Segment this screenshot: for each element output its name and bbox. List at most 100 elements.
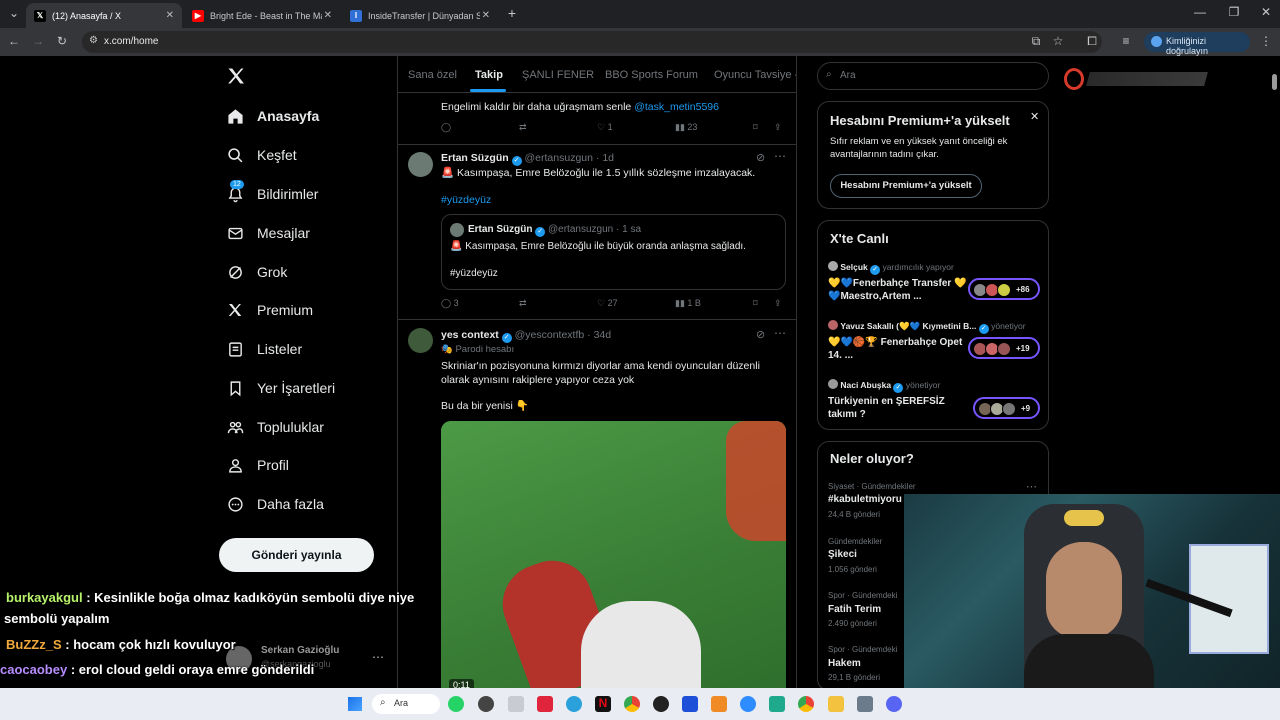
bookmark-icon[interactable]: ⌑ — [753, 122, 758, 133]
app-icon[interactable] — [857, 696, 873, 712]
author-handle[interactable]: @ertansuzgun — [525, 152, 593, 164]
app-icon[interactable] — [537, 696, 553, 712]
chatgpt-icon[interactable] — [653, 696, 669, 712]
verify-identity-button[interactable]: Kimliğinizi doğrulayın — [1144, 32, 1250, 56]
home-icon — [226, 107, 244, 125]
netflix-icon[interactable]: N — [595, 696, 611, 712]
avatar[interactable] — [408, 328, 433, 353]
grok-icon[interactable]: ⊘ — [756, 328, 765, 341]
tab-sanli-fener[interactable]: ŞANLI FENER — [522, 69, 594, 81]
tweet-time[interactable]: 1d — [602, 152, 614, 164]
tab-youtube[interactable]: ▶ Bright Ede - Beast in The Makin ✕ — [184, 3, 340, 28]
grok-icon[interactable]: ⊘ — [756, 151, 765, 164]
tab-search-icon[interactable]: ⌄ — [6, 6, 22, 20]
tab-x-home[interactable]: 𝕏 (12) Anasayfa / X ✕ — [26, 3, 182, 28]
minimize-icon[interactable]: — — [1192, 5, 1208, 19]
listener-pill[interactable]: +9 — [973, 397, 1040, 419]
app-icon[interactable] — [769, 696, 785, 712]
sidebar-item-home[interactable]: Anasayfa — [226, 103, 319, 129]
more-icon[interactable]: ⋯ — [372, 650, 384, 664]
x-logo-icon[interactable] — [226, 66, 246, 86]
app-icon[interactable] — [682, 696, 698, 712]
reply-button[interactable]: ◯ 3 — [441, 298, 459, 309]
like-button[interactable]: ♡ 27 — [597, 298, 618, 309]
avatar[interactable] — [408, 152, 433, 177]
listener-pill[interactable]: +19 — [968, 337, 1040, 359]
taskbar-search[interactable]: ⌕ Ara — [372, 694, 440, 714]
telegram-icon[interactable] — [566, 696, 582, 712]
tweet-time[interactable]: 34d — [594, 329, 612, 341]
sidebar-item-explore[interactable]: Keşfet — [226, 142, 297, 168]
chrome-icon[interactable] — [798, 696, 814, 712]
bookmark-icon[interactable]: ⌑ — [753, 298, 758, 309]
more-icon[interactable]: ⋯ — [1026, 480, 1037, 493]
chat-text: : Kesinlikle boğa olmaz kadıköyün sembol… — [86, 590, 415, 605]
forward-icon[interactable]: → — [30, 34, 46, 48]
sidebar-item-grok[interactable]: Grok — [226, 259, 287, 285]
post-button[interactable]: Gönderi yayınla — [219, 538, 374, 572]
verified-badge-icon: ✓ — [978, 324, 989, 334]
author-name[interactable]: Ertan Süzgün — [441, 152, 509, 164]
sidebar-item-label: Daha fazla — [257, 496, 324, 512]
more-icon[interactable]: ⋯ — [774, 326, 786, 340]
share-icon[interactable]: ⇪ — [774, 122, 782, 133]
listener-pill[interactable]: +86 — [968, 278, 1040, 300]
browser-menu-icon[interactable]: ⋮ — [1258, 34, 1274, 48]
share-icon[interactable]: ⇪ — [774, 298, 782, 309]
close-tab-icon[interactable]: ✕ — [324, 10, 332, 21]
video-player[interactable]: 0:11 — [441, 421, 786, 696]
file-explorer-icon[interactable] — [828, 696, 844, 712]
tab-following[interactable]: Takip — [475, 69, 503, 81]
window-close-icon[interactable]: ✕ — [1258, 5, 1274, 19]
close-tab-icon[interactable]: ✕ — [166, 10, 174, 21]
extensions-icon[interactable]: ⧠ — [1084, 34, 1100, 49]
back-icon[interactable]: ← — [6, 34, 22, 48]
tab-bbo-sports[interactable]: BBO Sports Forum — [605, 69, 698, 81]
tab-insidetransfer[interactable]: I InsideTransfer | Dünyadan Son ✕ — [342, 3, 498, 28]
windows-start-icon[interactable] — [348, 697, 362, 711]
tab-oyuncu-tavsiye[interactable]: Oyuncu Tavsiye - — [714, 69, 796, 81]
tab-for-you[interactable]: Sana özel — [408, 69, 457, 81]
page-scrollbar[interactable] — [1272, 74, 1277, 90]
zoom-icon[interactable] — [740, 696, 756, 712]
views-button[interactable]: ▮▮ 23 — [675, 122, 697, 133]
views-button[interactable]: ▮▮ 1 B — [675, 298, 701, 309]
address-bar[interactable]: ⚙ x.com/home — [82, 31, 1102, 53]
maximize-icon[interactable]: ❐ — [1226, 5, 1242, 19]
sidebar-item-bookmarks[interactable]: Yer İşaretleri — [226, 375, 335, 401]
sidebar-item-communities[interactable]: Topluluklar — [226, 414, 324, 440]
sidebar-item-lists[interactable]: Listeler — [226, 336, 302, 362]
quoted-tweet[interactable]: Ertan Süzgün ✓ @ertansuzgun · 1 sa 🚨 Kas… — [441, 214, 786, 290]
discord-icon[interactable] — [886, 696, 902, 712]
author-handle[interactable]: @yescontextfb — [515, 329, 585, 341]
search-input[interactable]: ⌕ Ara — [817, 62, 1049, 90]
close-icon[interactable]: ✕ — [1030, 110, 1039, 123]
reading-list-icon[interactable]: ≡ — [1118, 34, 1134, 48]
app-icon[interactable] — [508, 696, 524, 712]
insidetransfer-favicon-icon: I — [350, 9, 362, 22]
sidebar-item-more[interactable]: Daha fazla — [226, 491, 324, 517]
reply-icon[interactable]: ◯ — [441, 122, 451, 133]
whatsapp-icon[interactable] — [448, 696, 464, 712]
sidebar-item-notifications[interactable]: 12 Bildirimler — [226, 180, 318, 207]
hashtag-link[interactable]: #yüzdeyüz — [441, 193, 491, 207]
chrome-icon[interactable] — [624, 696, 640, 712]
site-info-icon[interactable]: ⚙ — [89, 35, 98, 46]
install-app-icon[interactable]: ⧉ — [1028, 34, 1044, 49]
repost-icon[interactable]: ⇄ — [519, 122, 527, 133]
close-tab-icon[interactable]: ✕ — [482, 10, 490, 21]
bookmark-star-icon[interactable]: ☆ — [1050, 34, 1066, 48]
sidebar-item-profile[interactable]: Profil — [226, 452, 289, 478]
upgrade-premium-button[interactable]: Hesabını Premium+'a yükselt — [830, 174, 982, 198]
vlc-icon[interactable] — [711, 696, 727, 712]
more-icon[interactable]: ⋯ — [774, 149, 786, 163]
sidebar-item-messages[interactable]: Mesajlar — [226, 220, 310, 246]
reload-icon[interactable]: ↻ — [54, 34, 70, 48]
app-icon[interactable] — [478, 696, 494, 712]
mention-link[interactable]: @task_metin5596 — [634, 101, 719, 113]
like-button[interactable]: ♡ 1 — [597, 122, 613, 133]
repost-icon[interactable]: ⇄ — [519, 298, 527, 309]
author-name[interactable]: yes context — [441, 329, 499, 341]
sidebar-item-premium[interactable]: Premium — [226, 297, 313, 323]
new-tab-icon[interactable]: + — [504, 5, 520, 21]
